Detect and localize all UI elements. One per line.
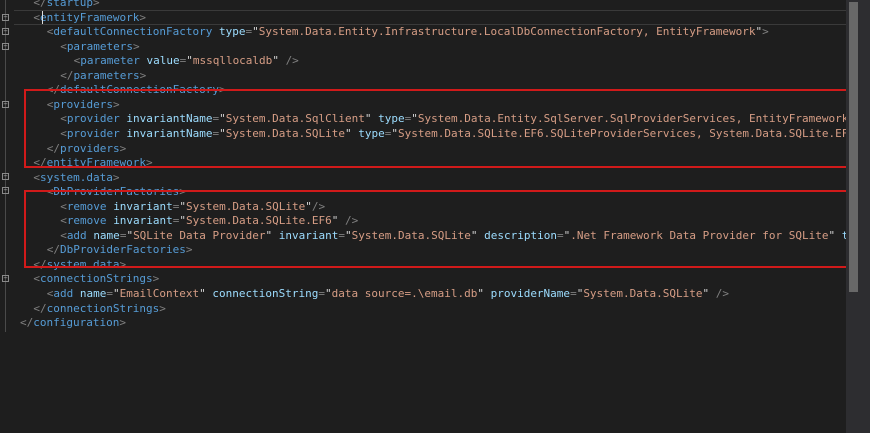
code-token: connectionStrings [46,301,160,315]
code-token: parameter [80,54,140,68]
code-line[interactable]: <parameter value="mssqllocaldb" /> [74,54,299,69]
code-token: entityFramework [40,10,140,24]
code-token: </ [60,68,74,82]
gutter: − − − − − − − [0,0,14,433]
code-token: = [318,287,325,300]
code-token: /> [715,287,730,300]
code-token: > [159,301,166,315]
code-line[interactable]: </connectionStrings> [33,302,165,317]
code-editor[interactable]: − − − − − − − </startup> <entityFramework… [0,0,870,433]
code-line[interactable]: <entityFramework> [33,11,146,26]
code-token: parameters [73,68,140,82]
code-line[interactable]: </parameters> [60,69,146,84]
code-token: < [60,39,67,53]
code-token: connectionStrings [40,272,153,286]
code-token: " [252,25,259,39]
code-token: > [119,316,126,330]
collapse-icon[interactable]: − [2,28,9,35]
code-token: defaultConnectionFactory [53,25,213,39]
code-line[interactable]: <connectionStrings> [33,272,159,287]
providers-highlight-box [24,89,854,168]
collapse-icon[interactable]: − [2,173,9,180]
code-token: > [152,272,160,286]
code-token: > [139,68,147,82]
code-token: connectionString [212,287,319,300]
code-token: " [199,287,206,300]
code-token: > [112,170,120,184]
code-token: EmailContext [119,287,200,300]
code-token: /> [285,54,299,68]
code-line[interactable]: <defaultConnectionFactory type="System.D… [47,25,769,40]
code-token: System.Data.SQLite [583,287,703,300]
code-token: System.Data.Entity.Infrastructure.LocalD… [258,25,756,39]
code-token: " [325,287,332,300]
code-token: " [113,287,120,300]
code-token: > [762,25,769,39]
code-token: startup [46,0,93,9]
collapse-icon[interactable]: − [2,187,9,194]
collapse-icon[interactable]: − [2,14,9,21]
code-token: add [53,287,74,300]
code-token: configuration [33,316,120,330]
text-caret [42,11,43,24]
code-token: </ [20,316,34,330]
code-token: > [133,39,140,53]
code-token: > [93,0,100,9]
code-token: data source=.\email.db [331,287,478,300]
code-token: " [477,287,484,300]
code-token: system.data [40,170,113,184]
code-token: providerName [490,287,571,300]
code-token: > [139,10,146,24]
dbproviderfactories-highlight-box [24,190,849,268]
scrollbar-thumb[interactable] [849,2,858,292]
code-token: = [570,287,577,300]
code-token: mssqllocaldb [192,54,273,68]
vertical-scrollbar[interactable] [846,0,870,433]
code-token: " [272,54,279,68]
code-line[interactable]: <parameters> [60,40,139,55]
code-token: " [186,54,193,68]
code-token: parameters [66,39,134,53]
code-token: </ [33,301,47,315]
collapse-icon[interactable]: − [2,43,9,50]
code-line[interactable]: </startup> [33,0,99,11]
code-line[interactable]: </configuration> [20,316,126,331]
code-token: value [146,54,180,68]
code-line[interactable]: <add name="EmailContext" connectionStrin… [47,287,729,302]
code-token: type [219,25,246,39]
code-line[interactable]: <system.data> [33,171,119,186]
code-token: name [79,287,107,300]
collapse-icon[interactable]: − [2,101,9,108]
code-token: </ [33,0,47,9]
collapse-icon[interactable]: − [2,275,9,282]
